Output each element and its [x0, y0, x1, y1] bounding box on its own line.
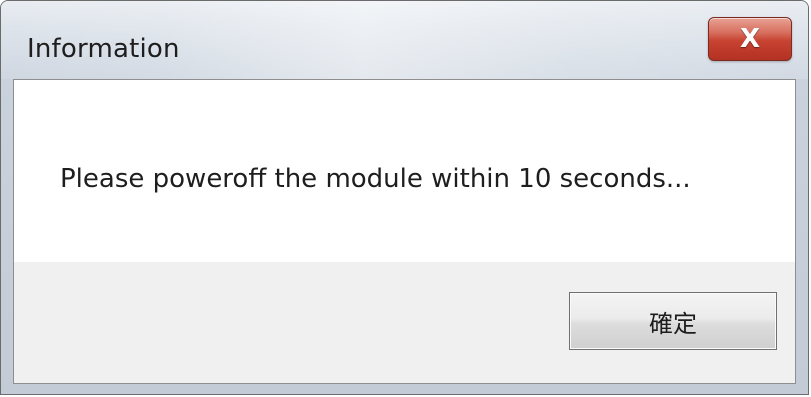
ok-button[interactable]: 確定 — [569, 292, 777, 350]
window-title: Information — [27, 34, 180, 64]
close-icon: X — [739, 24, 761, 54]
dialog-window: Information X Please poweroff the module… — [0, 0, 809, 395]
title-bar[interactable]: Information X — [1, 1, 808, 79]
dialog-client-area: Please poweroff the module within 10 sec… — [13, 79, 796, 384]
close-button[interactable]: X — [708, 17, 792, 61]
button-bar: 確定 — [14, 262, 795, 383]
message-area: Please poweroff the module within 10 sec… — [14, 80, 795, 262]
message-text: Please poweroff the module within 10 sec… — [60, 164, 691, 194]
